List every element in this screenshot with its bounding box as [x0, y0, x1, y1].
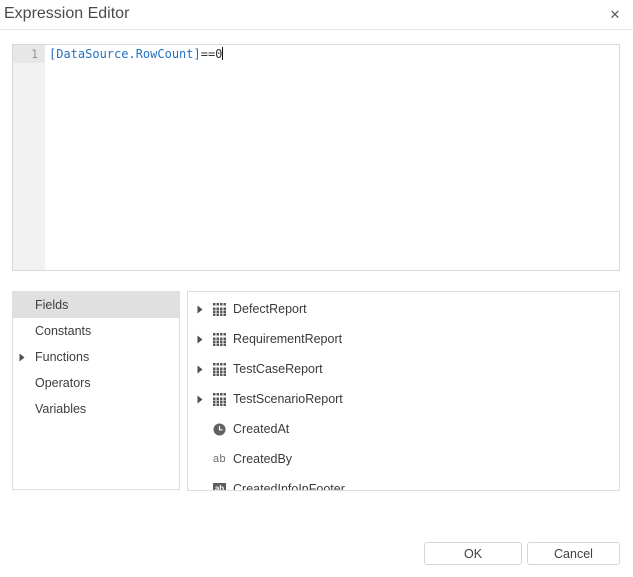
dialog-title: Expression Editor	[4, 5, 129, 23]
line-number-gutter: 1	[13, 45, 45, 270]
code-area[interactable]: [DataSource.RowCount]==0	[45, 45, 619, 270]
cancel-button[interactable]: Cancel	[527, 542, 620, 565]
category-item-fields[interactable]: Fields	[13, 292, 179, 318]
tree-item[interactable]: TestScenarioReport	[188, 384, 619, 414]
expression-editor-dialog: Expression Editor ✕ 1 [DataSource.RowCou…	[0, 0, 633, 577]
tree-item[interactable]: ab CreatedInfoInFooter	[188, 474, 619, 491]
table-icon	[212, 333, 227, 346]
expand-arrow-icon[interactable]	[197, 365, 212, 374]
expand-arrow-icon[interactable]	[19, 353, 35, 362]
category-label: Functions	[35, 350, 89, 364]
category-item-operators[interactable]: Operators	[13, 370, 179, 396]
close-icon[interactable]: ✕	[606, 6, 624, 24]
code-field-token: [DataSource.RowCount]	[49, 47, 201, 61]
tree-item[interactable]: TestCaseReport	[188, 354, 619, 384]
category-list-panel: Fields Constants Functions Operators Var…	[12, 291, 180, 490]
tree-item[interactable]: CreatedAt	[188, 414, 619, 444]
line-number: 1	[13, 45, 45, 63]
category-label: Operators	[35, 376, 91, 390]
tree-item-label: CreatedBy	[233, 452, 292, 466]
category-item-functions[interactable]: Functions	[13, 344, 179, 370]
table-icon	[212, 303, 227, 316]
tree-item-label: TestCaseReport	[233, 362, 323, 376]
category-label: Variables	[35, 402, 86, 416]
code-operator-token: ==0	[201, 47, 223, 61]
datetime-icon	[212, 423, 227, 436]
tree-item-label: CreatedInfoInFooter	[233, 482, 345, 491]
expression-code-editor[interactable]: 1 [DataSource.RowCount]==0	[12, 44, 620, 271]
category-item-variables[interactable]: Variables	[13, 396, 179, 422]
text-icon: ab	[212, 454, 227, 465]
code-line[interactable]: [DataSource.RowCount]==0	[49, 45, 619, 63]
category-label: Fields	[35, 298, 68, 312]
expand-arrow-icon[interactable]	[197, 335, 212, 344]
tree-item-label: TestScenarioReport	[233, 392, 343, 406]
table-icon	[212, 363, 227, 376]
expand-arrow-icon[interactable]	[197, 395, 212, 404]
tree-item[interactable]: DefectReport	[188, 294, 619, 324]
dialog-titlebar: Expression Editor ✕	[0, 0, 633, 30]
category-label: Constants	[35, 324, 91, 338]
text-caret	[222, 47, 223, 60]
tree-item-label: DefectReport	[233, 302, 307, 316]
category-item-constants[interactable]: Constants	[13, 318, 179, 344]
expand-arrow-icon[interactable]	[197, 305, 212, 314]
tree-item-label: CreatedAt	[233, 422, 289, 436]
table-icon	[212, 393, 227, 406]
tree-item[interactable]: RequirementReport	[188, 324, 619, 354]
tree-item[interactable]: ab CreatedBy	[188, 444, 619, 474]
ok-button[interactable]: OK	[424, 542, 522, 565]
boxed-text-icon: ab	[212, 483, 227, 492]
fields-tree-panel: DefectReport RequirementReport	[187, 291, 620, 491]
tree-item-label: RequirementReport	[233, 332, 342, 346]
